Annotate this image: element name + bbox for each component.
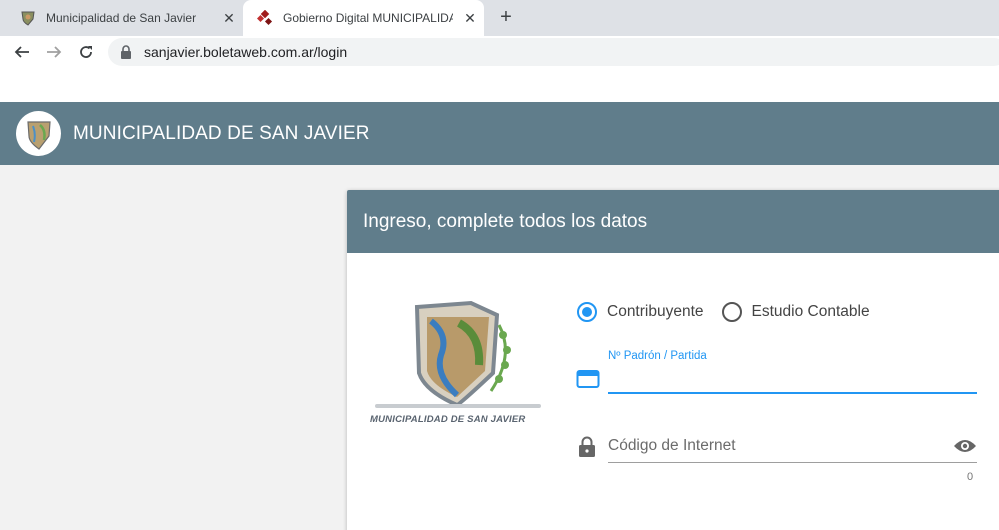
emblem-divider <box>375 404 541 408</box>
character-counter: 0 <box>967 471 974 483</box>
app-header: MUNICIPALIDAD DE SAN JAVIER <box>0 102 999 165</box>
address-bar[interactable]: sanjavier.boletaweb.com.ar/login <box>108 38 999 66</box>
id-card-icon <box>576 370 600 388</box>
radio-label-estudio-contable[interactable]: Estudio Contable <box>752 303 870 321</box>
tab-label: Gobierno Digital MUNICIPALIDAD <box>283 11 453 25</box>
gobierno-digital-icon <box>257 10 273 26</box>
lock-icon <box>579 436 595 457</box>
card-header: Ingreso, complete todos los datos <box>347 190 999 253</box>
radio-estudio-contable[interactable] <box>721 302 742 322</box>
codigo-internet-input[interactable] <box>608 435 938 457</box>
plus-icon[interactable]: + <box>494 6 518 30</box>
browser-toolbar: sanjavier.boletaweb.com.ar/login <box>0 36 999 68</box>
back-arrow-icon[interactable] <box>10 40 34 64</box>
radio-contribuyente[interactable] <box>577 302 597 322</box>
padron-underline <box>608 392 977 394</box>
municipal-emblem-image <box>414 300 511 408</box>
reload-icon[interactable] <box>74 40 98 64</box>
url-text: sanjavier.boletaweb.com.ar/login <box>144 44 348 60</box>
forward-arrow-icon[interactable] <box>42 40 66 64</box>
login-card: Ingreso, complete todos los datos MUNICI… <box>347 190 999 530</box>
codigo-underline <box>608 462 977 463</box>
eye-icon[interactable] <box>953 437 977 455</box>
user-type-radio-group: Contribuyente Estudio Contable <box>577 302 888 322</box>
tab-label: Municipalidad de San Javier <box>46 11 197 25</box>
close-icon[interactable]: ✕ <box>462 10 478 26</box>
browser-tabstrip: Municipalidad de San Javier ✕ Gobierno D… <box>0 0 999 36</box>
app-title: MUNICIPALIDAD DE SAN JAVIER <box>73 123 370 144</box>
tab-gobierno-digital[interactable]: Gobierno Digital MUNICIPALIDAD ✕ <box>243 0 484 36</box>
radio-label-contribuyente[interactable]: Contribuyente <box>607 303 704 321</box>
municipal-shield-icon <box>20 10 36 26</box>
tab-municipalidad[interactable]: Municipalidad de San Javier ✕ <box>0 0 243 36</box>
padron-input[interactable] <box>608 368 977 390</box>
municipal-logo[interactable] <box>16 111 61 156</box>
lock-icon <box>120 45 134 59</box>
card-title: Ingreso, complete todos los datos <box>363 211 648 232</box>
emblem-caption: MUNICIPALIDAD DE SAN JAVIER <box>370 414 526 425</box>
close-icon[interactable]: ✕ <box>221 10 237 26</box>
page-top-space <box>0 68 999 102</box>
padron-label: Nº Padrón / Partida <box>608 350 707 362</box>
